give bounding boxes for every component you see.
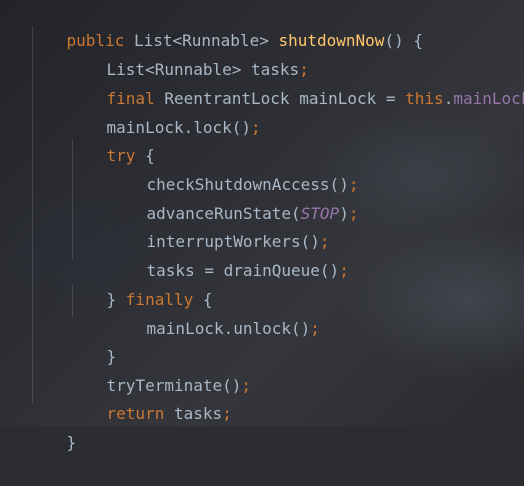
punctuation: }: [66, 433, 77, 452]
statement: mainLock.unlock(): [146, 319, 311, 338]
code-line-3: final ReentrantLock mainLock = this.main…: [68, 55, 524, 108]
code-line-4: mainLock.lock();: [68, 84, 261, 137]
semicolon: ;: [251, 118, 261, 137]
code-line-15: }: [28, 399, 77, 452]
punctuation: ): [339, 204, 349, 223]
code-line-9: tasks = drainQueue();: [108, 227, 349, 280]
code-line-10: } finally {: [68, 256, 213, 309]
code-line-14: return tasks;: [68, 370, 232, 423]
code-line-12: }: [68, 313, 117, 366]
semicolon: ;: [241, 376, 252, 395]
semicolon: ;: [348, 204, 359, 223]
statement: tasks: [173, 404, 223, 423]
code-line-1: public List<Runnable> shutdownNow() {: [28, 0, 423, 50]
semicolon: ;: [310, 319, 320, 338]
dot: .: [443, 89, 454, 108]
keyword-this: this: [405, 89, 444, 108]
code-line-7: advanceRunState(STOP);: [108, 170, 359, 223]
code-line-8: interruptWorkers();: [108, 198, 330, 251]
semicolon: ;: [339, 261, 349, 280]
code-line-2: List<Runnable> tasks;: [68, 26, 309, 79]
punctuation: () {: [384, 31, 423, 50]
code-line-13: tryTerminate();: [68, 342, 252, 395]
code-editor[interactable]: public List<Runnable> shutdownNow() { Li…: [0, 0, 524, 452]
code-line-5: try {: [68, 112, 155, 165]
semicolon: ;: [222, 404, 232, 423]
code-line-6: checkShutdownAccess();: [108, 141, 359, 194]
keyword: return: [106, 404, 174, 423]
code-line-11: mainLock.unlock();: [108, 285, 320, 338]
field-name: mainLock: [453, 89, 524, 108]
